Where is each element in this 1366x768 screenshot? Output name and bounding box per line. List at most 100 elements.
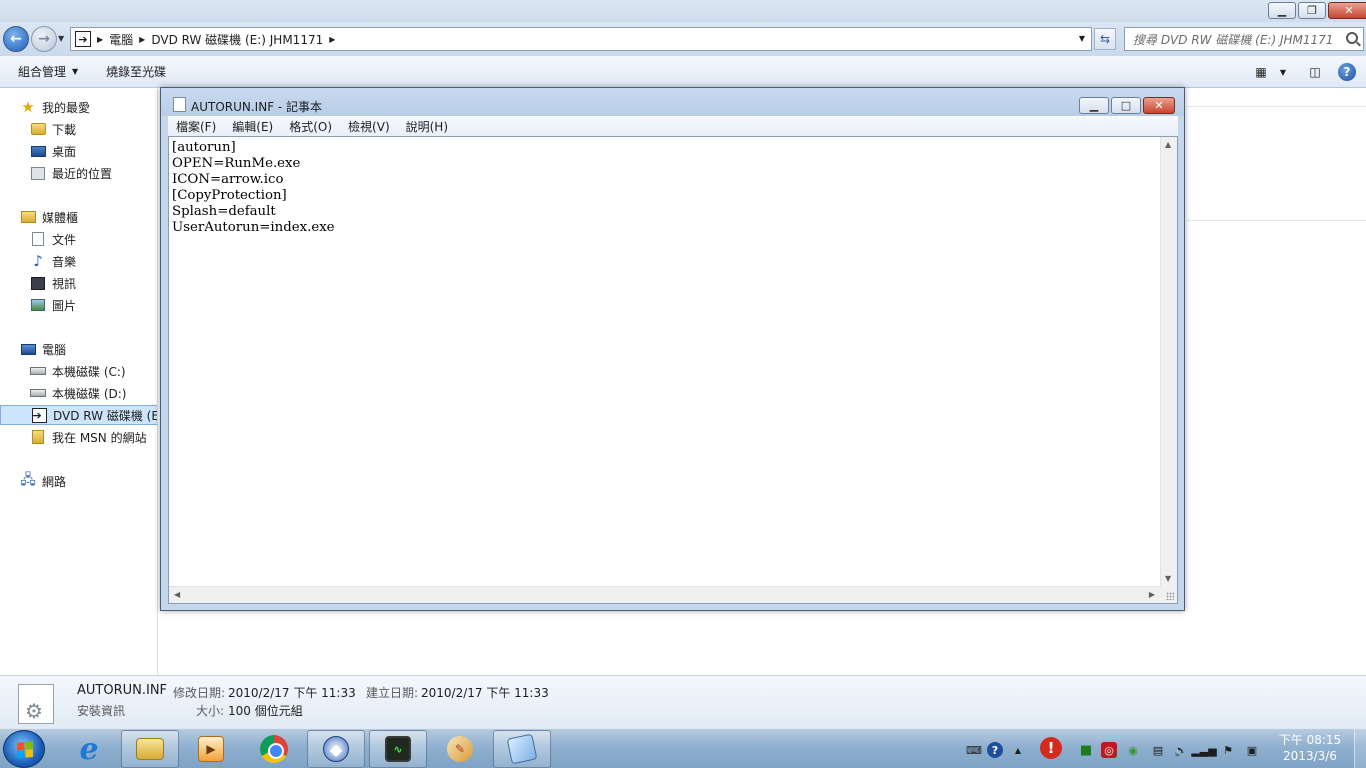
- action-center-flag-icon[interactable]: ⚑: [1220, 742, 1236, 758]
- search-input[interactable]: 搜尋 DVD RW 磁碟機 (E:) JHM1171: [1124, 27, 1364, 51]
- close-button[interactable]: ✕: [1143, 97, 1175, 114]
- chevron-right-icon[interactable]: ▶: [329, 35, 335, 44]
- scroll-left-icon[interactable]: ◀: [174, 590, 180, 599]
- help-tray-icon[interactable]: ?: [987, 742, 1003, 758]
- chevron-up-icon[interactable]: ▲: [1010, 742, 1026, 758]
- taskbar-paint[interactable]: ✎: [431, 730, 489, 768]
- maximize-button[interactable]: □: [1111, 97, 1141, 114]
- minimize-button[interactable]: ▁: [1079, 97, 1109, 114]
- show-desktop-button[interactable]: [1354, 729, 1366, 768]
- nav-libraries[interactable]: 媒體櫃: [0, 207, 157, 227]
- burn-to-disc-button[interactable]: 燒錄至光碟: [106, 63, 166, 80]
- help-icon[interactable]: ?: [1338, 63, 1356, 81]
- nav-recent-places[interactable]: 最近的位置: [0, 163, 157, 183]
- hard-drive-icon: [30, 367, 46, 375]
- address-bar-row: ← → ▼ ➔ ▶ 電腦 ▶ DVD RW 磁碟機 (E:) JHM1171 ▶…: [0, 22, 1366, 56]
- menu-help[interactable]: 說明(H): [406, 118, 448, 135]
- removable-device-icon[interactable]: ▤: [1150, 742, 1166, 758]
- address-dropdown-button[interactable]: ▼: [1079, 34, 1085, 43]
- close-button[interactable]: ✕: [1328, 2, 1366, 19]
- organize-button[interactable]: 組合管理 ▼: [18, 63, 78, 80]
- details-pane: AUTORUN.INF 修改日期: 2010/2/17 下午 11:33 建立日…: [0, 675, 1366, 728]
- taskbar: e ▶ ◆ ∿ ✎ ⌨ ? ▲ ! ■ ◎ ◉ ▤ 🔈 ▂▃▅ ⚑ ▣ 下午 0…: [0, 728, 1366, 768]
- alert-icon[interactable]: !: [1040, 737, 1062, 759]
- documents-icon: [32, 232, 44, 246]
- menu-view[interactable]: 檢視(V): [348, 118, 390, 135]
- power-icon[interactable]: ▣: [1244, 742, 1260, 758]
- keyboard-icon[interactable]: ⌨: [966, 742, 982, 758]
- details-file-type: 安裝資訊: [77, 704, 126, 718]
- nav-drive-e[interactable]: ➔ DVD RW 磁碟機 (E:): [0, 405, 157, 425]
- content-divider: [1186, 106, 1366, 107]
- scroll-down-icon[interactable]: ▼: [1165, 574, 1171, 583]
- nav-network[interactable]: 🖧 網路: [0, 471, 157, 491]
- taskbar-setup[interactable]: ◆: [307, 730, 365, 768]
- notepad-content[interactable]: [autorun] OPEN=RunMe.exe ICON=arrow.ico …: [172, 140, 1157, 236]
- green-square-icon[interactable]: ■: [1078, 742, 1094, 758]
- content-divider: [1186, 220, 1366, 221]
- nav-videos[interactable]: 視訊: [0, 273, 157, 293]
- nav-favorites[interactable]: ★ 我的最愛: [0, 97, 157, 117]
- details-size-label: 大小:: [196, 704, 225, 718]
- nav-drive-c[interactable]: 本機磁碟 (C:): [0, 361, 157, 381]
- forward-button[interactable]: →: [31, 26, 57, 52]
- nav-label: 桌面: [52, 144, 77, 159]
- start-button[interactable]: [3, 730, 45, 768]
- chevron-right-icon[interactable]: ▶: [139, 35, 145, 44]
- taskbar-windows-explorer[interactable]: [121, 730, 179, 768]
- taskbar-media-player[interactable]: ▶: [182, 730, 240, 768]
- search-icon[interactable]: [1346, 32, 1358, 44]
- chevron-right-icon[interactable]: ▶: [97, 35, 103, 44]
- antivirus-icon[interactable]: ◎: [1101, 742, 1117, 758]
- scroll-right-icon[interactable]: ▶: [1149, 590, 1155, 599]
- hard-drive-icon: [30, 389, 46, 397]
- nav-label: 我在 MSN 的網站: [52, 430, 147, 445]
- network-signal-icon[interactable]: ▂▃▅: [1191, 742, 1216, 758]
- nav-drive-d[interactable]: 本機磁碟 (D:): [0, 383, 157, 403]
- breadcrumb-computer[interactable]: 電腦: [109, 31, 133, 48]
- vertical-scrollbar[interactable]: ▲ ▼: [1160, 137, 1177, 586]
- sync-icon[interactable]: ◉: [1125, 742, 1141, 758]
- taskbar-chrome[interactable]: [245, 730, 303, 768]
- resize-grip[interactable]: [1160, 586, 1177, 603]
- clock-date: 2013/3/6: [1283, 749, 1337, 763]
- system-clock[interactable]: 下午 08:15 2013/3/6: [1274, 732, 1346, 764]
- nav-label: 本機磁碟 (C:): [52, 364, 126, 379]
- volume-icon[interactable]: 🔈: [1173, 742, 1189, 758]
- scroll-up-icon[interactable]: ▲: [1165, 140, 1171, 149]
- menu-file[interactable]: 檔案(F): [176, 118, 216, 135]
- notepad-text-area[interactable]: [autorun] OPEN=RunMe.exe ICON=arrow.ico …: [168, 136, 1178, 604]
- nav-pictures[interactable]: 圖片: [0, 295, 157, 315]
- nav-label: 電腦: [42, 342, 67, 357]
- minimize-button[interactable]: ▁: [1268, 2, 1296, 19]
- taskbar-notepad[interactable]: [493, 730, 551, 768]
- preview-pane-icon[interactable]: ◫: [1306, 63, 1324, 81]
- recent-places-icon: [31, 166, 45, 180]
- nav-music[interactable]: ♪ 音樂: [0, 251, 157, 271]
- nav-desktop[interactable]: 桌面: [0, 141, 157, 161]
- music-note-icon: ♪: [33, 252, 43, 270]
- taskbar-system-monitor[interactable]: ∿: [369, 730, 427, 768]
- dvd-drive-icon: ➔: [75, 31, 91, 47]
- notepad-icon: [506, 733, 538, 765]
- refresh-button[interactable]: ⇆: [1094, 28, 1116, 50]
- nav-computer[interactable]: 電腦: [0, 339, 157, 359]
- horizontal-scrollbar[interactable]: ◀ ▶: [169, 586, 1160, 603]
- taskbar-internet-explorer[interactable]: e: [60, 730, 118, 768]
- menu-edit[interactable]: 編輯(E): [232, 118, 273, 135]
- nav-label: 我的最愛: [42, 100, 91, 115]
- address-bar[interactable]: ➔ ▶ 電腦 ▶ DVD RW 磁碟機 (E:) JHM1171 ▶ ▼: [70, 27, 1092, 51]
- notepad-window: AUTORUN.INF - 記事本 ▁ □ ✕ 檔案(F) 編輯(E) 格式(O…: [160, 87, 1185, 611]
- notepad-titlebar[interactable]: AUTORUN.INF - 記事本 ▁ □ ✕: [161, 88, 1184, 116]
- nav-downloads[interactable]: 下載: [0, 119, 157, 139]
- recent-pages-dropdown[interactable]: ▼: [58, 34, 64, 43]
- menu-format[interactable]: 格式(O): [289, 118, 332, 135]
- restore-button[interactable]: ❐: [1298, 2, 1326, 19]
- nav-msn-site[interactable]: 我在 MSN 的網站: [0, 427, 157, 447]
- back-button[interactable]: ←: [3, 26, 29, 52]
- nav-documents[interactable]: 文件: [0, 229, 157, 249]
- view-dropdown-icon[interactable]: ▼: [1274, 63, 1292, 81]
- forward-arrow-icon: →: [38, 31, 50, 47]
- breadcrumb-dvd-drive[interactable]: DVD RW 磁碟機 (E:) JHM1171: [151, 31, 323, 48]
- change-view-icon[interactable]: ▦: [1252, 63, 1270, 81]
